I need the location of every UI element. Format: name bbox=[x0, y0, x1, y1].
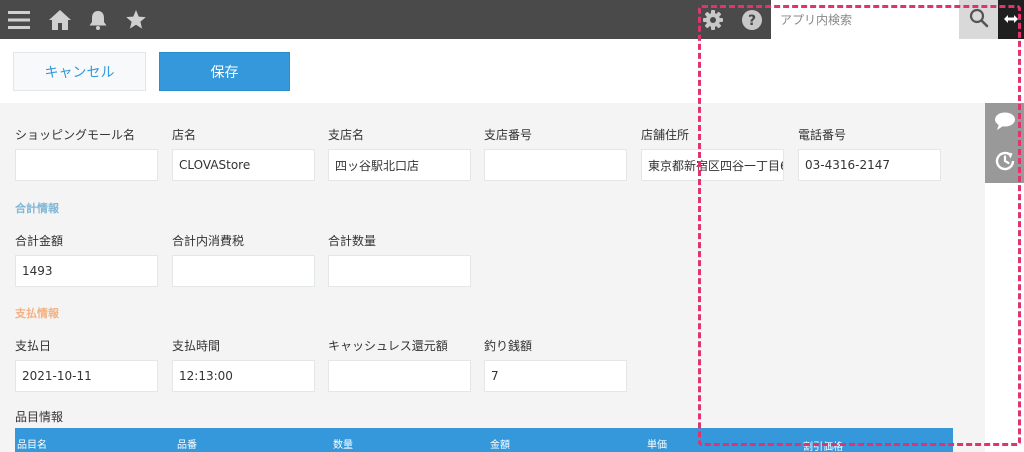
action-bar: キャンセル 保存 bbox=[0, 39, 1024, 103]
store-address-field[interactable]: 東京都新宿区四谷一丁目6 bbox=[641, 149, 784, 181]
field-label-payment-time: 支払時間 bbox=[172, 339, 221, 353]
field-label-cashless-refund: キャッシュレス還元額 bbox=[328, 339, 448, 353]
column-header-quantity: 数量 bbox=[333, 440, 353, 451]
help-icon[interactable]: ? bbox=[739, 0, 765, 39]
branch-number-field[interactable] bbox=[484, 149, 627, 181]
column-header-item-code: 品番 bbox=[177, 440, 197, 451]
field-label-total-quantity: 合計数量 bbox=[328, 234, 377, 248]
gear-icon[interactable] bbox=[700, 0, 726, 39]
field-label-branch-name: 支店名 bbox=[328, 128, 365, 142]
change-amount-field[interactable]: 7 bbox=[484, 360, 627, 392]
history-button[interactable] bbox=[985, 143, 1024, 183]
save-button[interactable]: 保存 bbox=[159, 52, 290, 91]
total-amount-field[interactable]: 1493 bbox=[15, 255, 158, 287]
column-header-unit-price: 単価 bbox=[647, 440, 667, 451]
history-icon bbox=[994, 150, 1016, 176]
field-label-total-tax: 合計内消費税 bbox=[172, 234, 245, 248]
record-form: ショッピングモール名 店名 CLOVAStore 支店名 四ッ谷駅北口店 支店番… bbox=[0, 103, 985, 452]
phone-field[interactable]: 03-4316-2147 bbox=[798, 149, 941, 181]
search-input[interactable] bbox=[771, 0, 959, 39]
cashless-refund-field[interactable] bbox=[328, 360, 471, 392]
section-title-payment: 支払情報 bbox=[15, 307, 59, 320]
field-label-branch-number: 支店番号 bbox=[484, 128, 533, 142]
cancel-button[interactable]: キャンセル bbox=[13, 52, 146, 91]
field-label-total-amount: 合計金額 bbox=[15, 234, 64, 248]
top-bar: ? bbox=[0, 0, 1024, 39]
total-quantity-field[interactable] bbox=[328, 255, 471, 287]
section-title-totals: 合計情報 bbox=[15, 202, 59, 215]
expand-icon bbox=[1003, 10, 1019, 29]
section-title-items: 品目情報 bbox=[15, 410, 64, 424]
side-panel bbox=[985, 103, 1024, 183]
star-icon[interactable] bbox=[122, 0, 150, 39]
field-label-store-name: 店名 bbox=[172, 128, 197, 142]
column-header-item-name: 品目名 bbox=[17, 440, 47, 451]
home-icon[interactable] bbox=[45, 0, 75, 39]
expand-button[interactable] bbox=[998, 0, 1024, 39]
store-name-field[interactable]: CLOVAStore bbox=[172, 149, 315, 181]
bell-icon[interactable] bbox=[84, 0, 112, 39]
column-header-discount-price: 割引価格 bbox=[803, 442, 843, 452]
mall-name-field[interactable] bbox=[15, 149, 158, 181]
field-label-mall-name: ショッピングモール名 bbox=[15, 128, 136, 142]
app-window: ? キャンセル 保存 ショッピングモール名 店名 CLOVAStore 支店名 … bbox=[0, 0, 1024, 452]
comment-icon bbox=[994, 111, 1016, 135]
column-header-amount: 金額 bbox=[490, 440, 510, 451]
field-label-phone: 電話番号 bbox=[798, 128, 847, 142]
items-table-header: 品目名 品番 数量 金額 単価 割引価格 bbox=[15, 428, 953, 452]
menu-icon[interactable] bbox=[4, 0, 34, 39]
total-tax-field[interactable] bbox=[172, 255, 315, 287]
field-label-payment-date: 支払日 bbox=[15, 339, 52, 353]
comment-button[interactable] bbox=[985, 103, 1024, 143]
search-button[interactable] bbox=[959, 0, 998, 39]
svg-text:?: ? bbox=[748, 13, 756, 29]
payment-time-field[interactable]: 12:13:00 bbox=[172, 360, 315, 392]
search-icon bbox=[969, 8, 989, 32]
field-label-change-amount: 釣り銭額 bbox=[484, 339, 533, 353]
branch-name-field[interactable]: 四ッ谷駅北口店 bbox=[328, 149, 471, 181]
payment-date-field[interactable]: 2021-10-11 bbox=[15, 360, 158, 392]
field-label-store-address: 店舗住所 bbox=[641, 128, 690, 142]
